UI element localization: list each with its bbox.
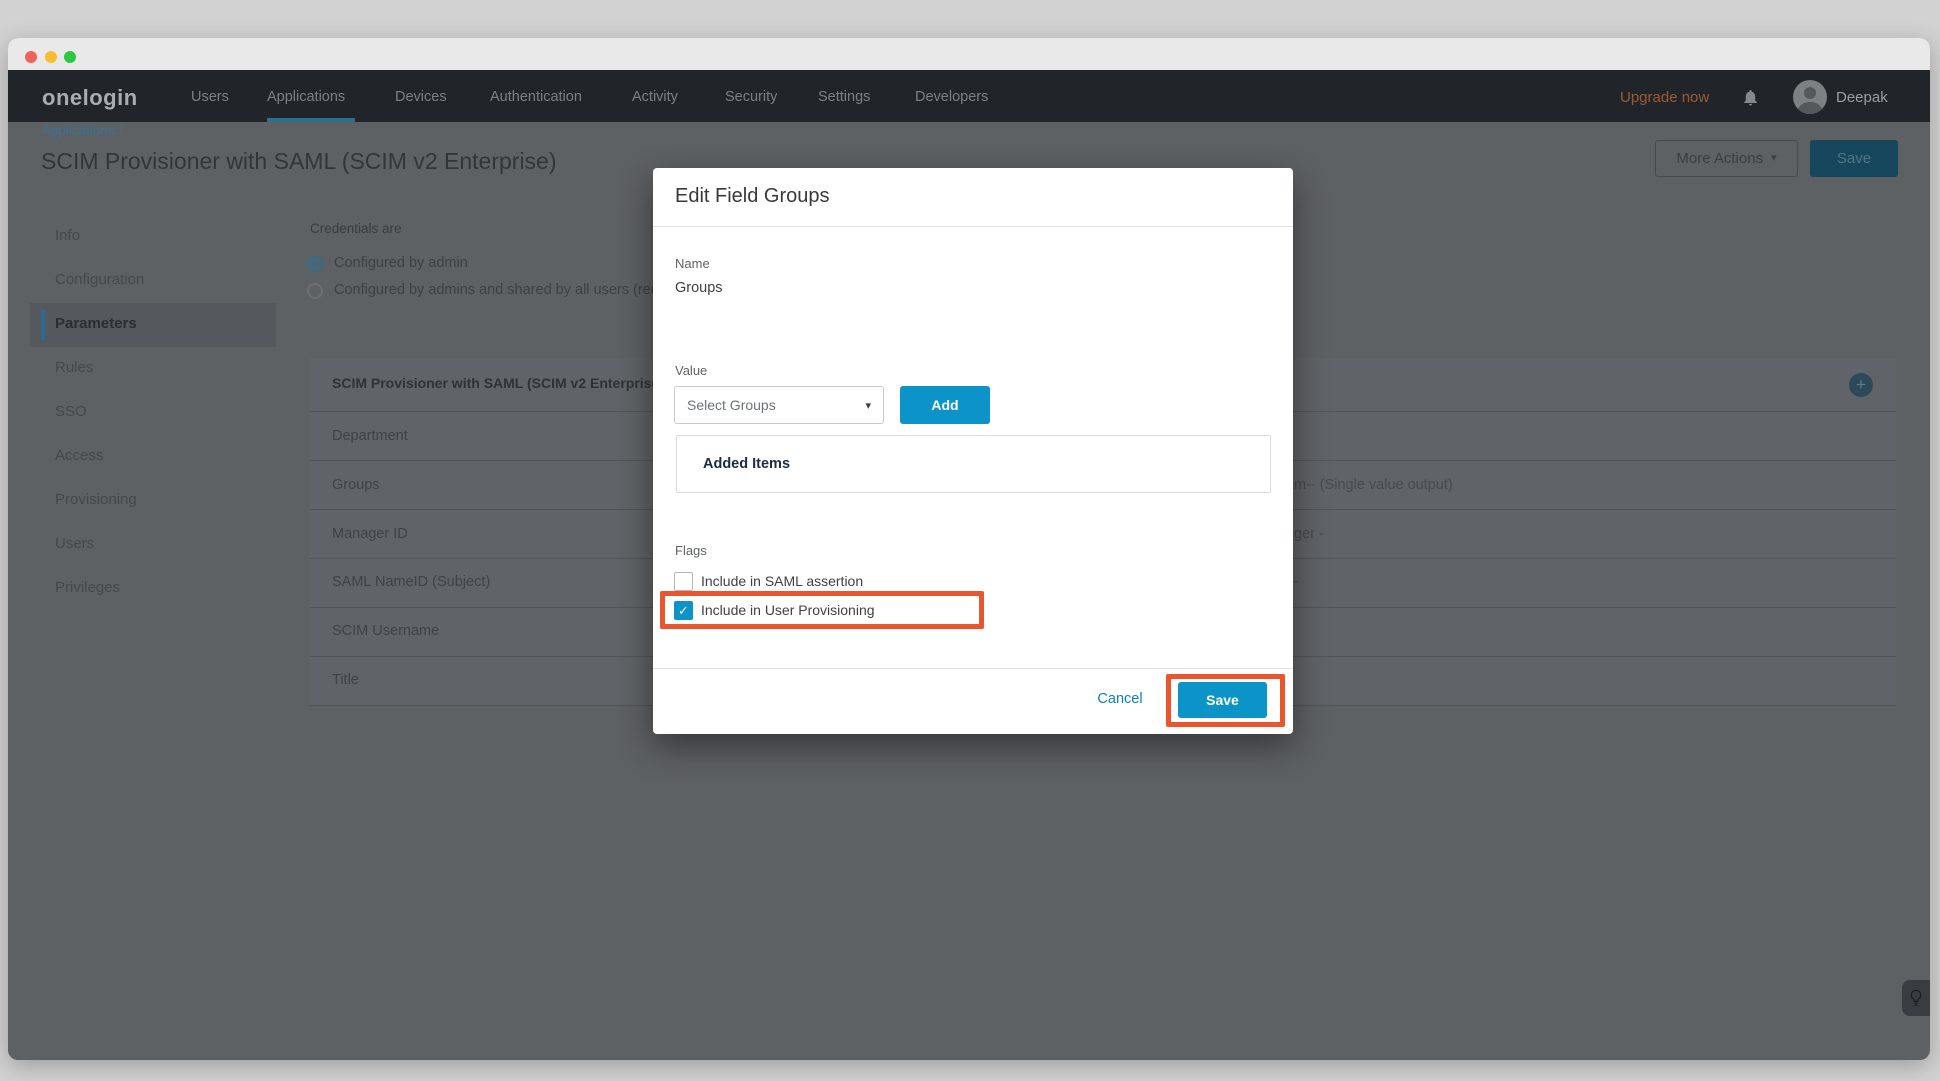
sidebar-item-users[interactable]: Users	[55, 535, 94, 552]
checkbox-include-saml-assertion-label[interactable]: Include in SAML assertion	[701, 573, 863, 589]
radio-configured-shared[interactable]	[307, 283, 323, 299]
upgrade-now-link[interactable]: Upgrade now	[1620, 89, 1709, 106]
table-row-groups[interactable]: Groups	[332, 477, 380, 493]
macos-titlebar	[8, 38, 1930, 70]
table-row-saml-nameid[interactable]: SAML NameID (Subject)	[332, 574, 490, 590]
select-groups-placeholder: Select Groups	[687, 397, 776, 413]
sidebar-item-info[interactable]: Info	[55, 227, 80, 244]
table-value-groups: m-- (Single value output)	[1294, 477, 1453, 493]
credentials-label: Credentials are	[310, 221, 402, 236]
more-actions-label: More Actions	[1676, 150, 1763, 167]
nav-item-devices[interactable]: Devices	[395, 89, 447, 105]
sidebar-item-parameters[interactable]: Parameters	[55, 315, 137, 332]
annotation-highlight-user-provisioning	[660, 591, 984, 629]
table-row-scim-username[interactable]: SCIM Username	[332, 623, 439, 639]
onelogin-logo[interactable]: onelogin	[42, 85, 138, 111]
zoom-window-icon[interactable]	[64, 51, 76, 63]
nav-item-developers[interactable]: Developers	[915, 89, 988, 105]
add-parameter-button[interactable]: +	[1849, 373, 1873, 397]
add-button[interactable]: Add	[900, 386, 990, 424]
table-value-saml-nameid: -	[1294, 574, 1299, 590]
more-actions-button[interactable]: More Actions ▾	[1655, 140, 1798, 177]
sidebar-active-bar	[41, 310, 45, 340]
nav-item-applications[interactable]: Applications	[267, 89, 345, 105]
annotation-highlight-save	[1166, 674, 1285, 727]
select-groups-dropdown[interactable]: Select Groups ▾	[674, 386, 884, 424]
dialog-title: Edit Field Groups	[675, 185, 830, 208]
chevron-down-icon: ▾	[1771, 153, 1777, 164]
nav-item-authentication[interactable]: Authentication	[490, 89, 582, 105]
checkbox-include-saml-assertion[interactable]	[674, 572, 693, 591]
help-lightbulb-button[interactable]	[1902, 980, 1930, 1016]
page-title: SCIM Provisioner with SAML (SCIM v2 Ente…	[41, 148, 557, 175]
sidebar-item-privileges[interactable]: Privileges	[55, 579, 120, 596]
edit-field-groups-dialog: Edit Field Groups Name Groups Value Sele…	[653, 168, 1293, 734]
radio-configured-by-admin-label[interactable]: Configured by admin	[334, 255, 468, 271]
nav-item-users[interactable]: Users	[191, 89, 229, 105]
nav-item-activity[interactable]: Activity	[632, 89, 678, 105]
table-row-department[interactable]: Department	[332, 428, 408, 444]
sidebar-item-sso[interactable]: SSO	[55, 403, 87, 420]
radio-configured-by-admin[interactable]	[307, 256, 323, 272]
active-nav-underline	[267, 118, 355, 122]
added-items-label: Added Items	[703, 456, 790, 472]
lightbulb-icon	[1909, 989, 1923, 1007]
sidebar-item-access[interactable]: Access	[55, 447, 103, 464]
dialog-header-divider	[653, 226, 1293, 227]
chevron-down-icon: ▾	[865, 399, 871, 412]
table-row-manager-id[interactable]: Manager ID	[332, 526, 408, 542]
close-window-icon[interactable]	[25, 51, 37, 63]
user-name[interactable]: Deepak	[1836, 89, 1888, 106]
table-value-manager-id: ger -	[1294, 526, 1324, 542]
sidebar-item-rules[interactable]: Rules	[55, 359, 93, 376]
breadcrumb[interactable]: Applications /	[42, 123, 122, 138]
sidebar-item-configuration[interactable]: Configuration	[55, 271, 144, 288]
notification-bell-icon[interactable]	[1741, 87, 1760, 108]
page-save-button[interactable]: Save	[1810, 140, 1898, 177]
user-avatar[interactable]	[1793, 80, 1827, 114]
nav-item-security[interactable]: Security	[725, 89, 777, 105]
flags-label: Flags	[675, 543, 707, 558]
nav-item-settings[interactable]: Settings	[818, 89, 870, 105]
sidebar-item-provisioning[interactable]: Provisioning	[55, 491, 137, 508]
table-row-title[interactable]: Title	[332, 672, 359, 688]
minimize-window-icon[interactable]	[45, 51, 57, 63]
parameters-table-header: SCIM Provisioner with SAML (SCIM v2 Ente…	[332, 375, 664, 391]
name-label: Name	[675, 256, 710, 271]
dialog-footer-divider	[653, 668, 1293, 669]
value-label: Value	[675, 363, 707, 378]
name-value: Groups	[675, 280, 723, 296]
cancel-button[interactable]: Cancel	[1085, 691, 1155, 707]
